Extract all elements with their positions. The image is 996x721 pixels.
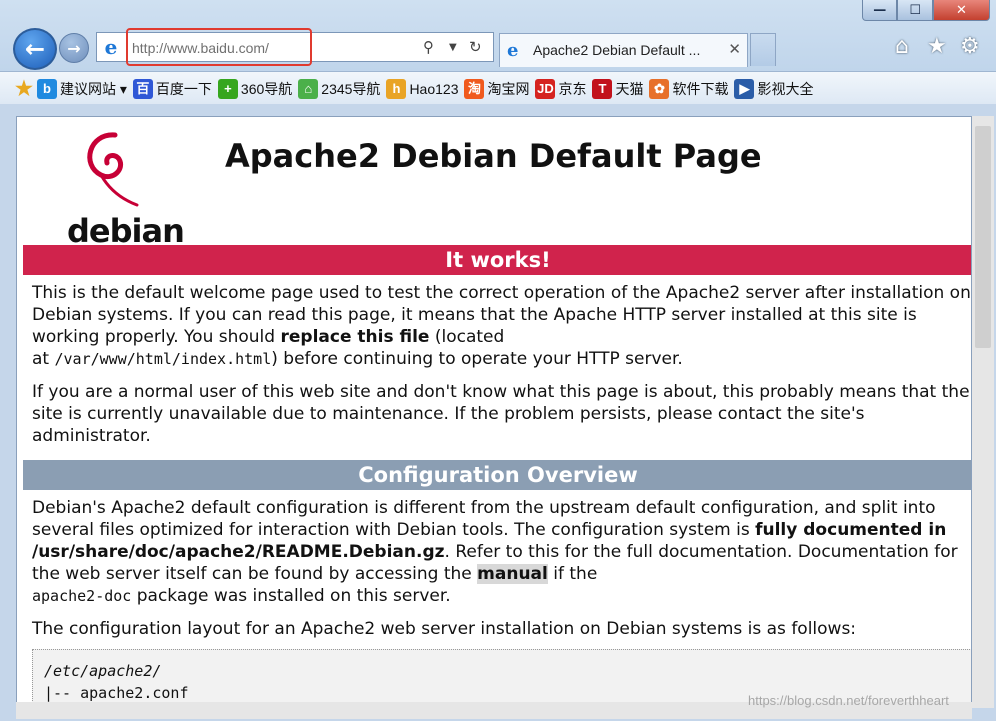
add-favorite-star-icon[interactable]: ★: [14, 79, 34, 99]
search-icon[interactable]: ⚲: [423, 38, 434, 56]
configuration-overview-banner: Configuration Overview: [23, 460, 971, 490]
browser-chrome: — ☐ ✕ ← → e http://www.baidu.com/ ⚲ ▼ ↻ …: [0, 0, 996, 105]
jd-icon: JD: [535, 78, 556, 99]
baidu-paw-icon: 百: [132, 78, 153, 99]
intro-paragraph: This is the default welcome page used to…: [32, 283, 971, 369]
2345-house-icon: ⌂: [298, 78, 319, 99]
home-icon[interactable]: ⌂: [895, 34, 909, 59]
index-path: /var/www/html/index.html: [54, 350, 272, 368]
favorite-label: 建议网站 ▾: [60, 80, 127, 97]
favorite-label: 软件下载: [672, 80, 729, 97]
arrow-left-icon: ←: [24, 35, 46, 63]
code-line: /etc/apache2/: [44, 662, 162, 680]
window-controls: — ☐ ✕: [862, 0, 990, 22]
it-works-banner: It works!: [23, 245, 971, 275]
favorite-item[interactable]: b 建议网站 ▾: [37, 78, 127, 99]
favorite-item[interactable]: 百百度一下: [132, 78, 212, 99]
page-title: Apache2 Debian Default Page: [225, 137, 762, 175]
maximize-button[interactable]: ☐: [897, 0, 933, 21]
favorite-label: 360导航: [240, 80, 293, 97]
favorites-star-icon[interactable]: ★: [927, 34, 947, 59]
watermark-text: https://blog.csdn.net/foreverthheart: [748, 693, 949, 708]
vertical-scrollbar[interactable]: [972, 116, 994, 708]
minimize-button[interactable]: —: [862, 0, 898, 21]
favorite-label: 淘宝网: [487, 80, 530, 97]
dropdown-arrow-icon[interactable]: ▼: [449, 42, 457, 53]
apache2-doc-code: apache2-doc: [32, 587, 132, 605]
favorite-item[interactable]: ▶ 影视大全: [734, 78, 814, 99]
layout-paragraph: The configuration layout for an Apache2 …: [32, 619, 857, 639]
favorite-item[interactable]: h Hao123: [386, 78, 459, 99]
scrollbar-thumb[interactable]: [975, 126, 991, 348]
favorite-label: 2345导航: [321, 80, 381, 97]
favorite-label: 影视大全: [757, 80, 814, 97]
ie-page-icon: e: [104, 35, 118, 59]
favorite-label: Hao123: [409, 80, 459, 97]
web-page: debian Apache2 Debian Default Page It wo…: [16, 116, 972, 710]
replace-file-emphasis: replace this file: [280, 327, 430, 347]
favorite-item[interactable]: ✿ 软件下载: [649, 78, 729, 99]
hao123-icon: h: [386, 78, 407, 99]
taobao-icon: 淘: [464, 78, 485, 99]
tab-title: Apache2 Debian Default ...: [533, 42, 701, 58]
video-icon: ▶: [734, 78, 755, 99]
url-highlight-box: [126, 28, 312, 66]
arrow-right-icon: →: [67, 38, 81, 58]
ie-tab-icon: e: [507, 40, 519, 61]
favorites-bar: ★ b 建议网站 ▾ 百百度一下 +360导航 ⌂ 2345导航 h Hao123 淘淘宝网 JD…: [0, 71, 996, 105]
manual-link[interactable]: manual: [477, 564, 548, 584]
tab-close-icon[interactable]: ✕: [728, 40, 741, 58]
360-icon: +: [217, 78, 238, 99]
refresh-icon[interactable]: ↻: [469, 38, 482, 56]
maintenance-paragraph: If you are a normal user of this web sit…: [32, 382, 970, 446]
tab-active[interactable]: e Apache2 Debian Default ... ✕: [499, 33, 748, 67]
address-bar[interactable]: e http://www.baidu.com/ ⚲ ▼ ↻: [96, 28, 494, 66]
settings-gear-icon[interactable]: ⚙: [960, 34, 980, 59]
favorite-item[interactable]: T 天猫: [592, 78, 644, 99]
favorite-label: 百度一下: [155, 80, 212, 97]
debian-swirl-logo: [87, 132, 139, 207]
favorite-item[interactable]: +360导航: [217, 78, 293, 99]
config-paragraph: Debian's Apache2 default configuration i…: [32, 498, 958, 606]
new-tab-button[interactable]: [750, 33, 776, 66]
back-button[interactable]: ←: [13, 28, 57, 70]
favorite-item[interactable]: JD 京东: [535, 78, 587, 99]
close-window-button[interactable]: ✕: [932, 0, 990, 21]
favorite-label: 京东: [558, 80, 587, 97]
tmall-icon: T: [592, 78, 613, 99]
forward-button[interactable]: →: [59, 33, 89, 63]
code-line: |-- apache2.conf: [44, 684, 189, 702]
favorite-item[interactable]: 淘淘宝网: [464, 78, 530, 99]
software-download-icon: ✿: [649, 78, 670, 99]
bing-icon: b: [37, 78, 57, 99]
favorite-label: 天猫: [615, 80, 644, 97]
favorite-item[interactable]: ⌂ 2345导航: [298, 78, 381, 99]
